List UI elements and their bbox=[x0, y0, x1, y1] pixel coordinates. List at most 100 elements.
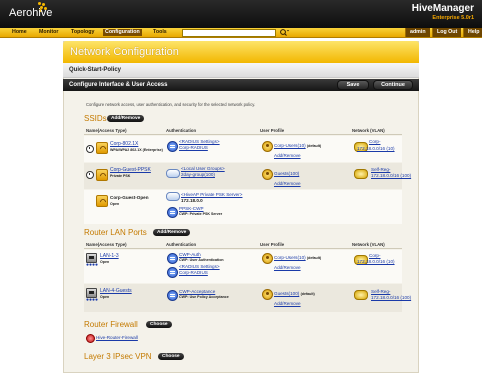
local-user-groups-link[interactable]: <Local User Groups> bbox=[181, 166, 225, 171]
menu-topology[interactable]: Topology bbox=[69, 29, 96, 36]
col-profile: User Profile bbox=[260, 242, 285, 247]
product-edition: Enterprise 5.0r1 bbox=[432, 15, 474, 21]
profile-add-remove-link[interactable]: Add/Remove bbox=[274, 265, 301, 270]
menu-logout[interactable]: Log Out bbox=[432, 28, 462, 37]
menu-tools[interactable]: Tools bbox=[151, 29, 169, 36]
cwp-icon bbox=[167, 207, 178, 218]
radius-settings-link[interactable]: <RADIUS Settings> bbox=[179, 139, 220, 144]
user-profile-link[interactable]: Corp-Users(10) bbox=[274, 143, 306, 148]
firewall-choose-button[interactable]: Choose bbox=[146, 321, 172, 328]
ssid-access-type: WPA/WPA2 802.1X (Enterprise) bbox=[110, 148, 163, 152]
vlan-name-link[interactable]: Self-Reg- bbox=[371, 289, 390, 294]
menu-monitor[interactable]: Monitor bbox=[37, 29, 60, 36]
user-profile-icon bbox=[262, 253, 273, 264]
cwp-link[interactable]: CWP-Acceptance bbox=[179, 289, 215, 294]
table-row: Corp-Guest-PPSK Private PSK <Local User … bbox=[84, 163, 411, 189]
menu-admin[interactable]: admin bbox=[405, 28, 430, 37]
lan-access-type: Open bbox=[100, 295, 110, 299]
default-label: (default) bbox=[306, 144, 322, 148]
policy-name: Quick-Start-Policy bbox=[69, 67, 122, 73]
user-profile: Corp-Users(10) (default) bbox=[274, 143, 321, 148]
user-profile-link[interactable]: Guests(100) bbox=[274, 291, 299, 296]
router-lan-title: Router LAN Ports bbox=[84, 228, 147, 237]
vlan-subnet-link[interactable]: 172.18.0.0/16 (10) bbox=[357, 259, 395, 264]
main-menu: Home Monitor Topology Configuration Tool… bbox=[0, 28, 482, 38]
save-button[interactable]: Save bbox=[337, 80, 369, 90]
cwp-link[interactable]: CWP-Auth bbox=[179, 252, 201, 257]
radius-server-link[interactable]: Corp-RADIUS bbox=[179, 145, 208, 150]
lan-name-link[interactable]: LAN-4-Guests bbox=[100, 288, 132, 294]
divider bbox=[84, 134, 402, 135]
user-profile-link[interactable]: Guests(100) bbox=[274, 171, 299, 176]
user-profile-icon bbox=[262, 169, 273, 180]
description: Configure network access, user authentic… bbox=[86, 102, 256, 107]
ssids-add-remove-button[interactable]: Add/Remove bbox=[107, 115, 145, 122]
user-profile-icon bbox=[262, 141, 273, 152]
vlan-name-link[interactable]: Corp- bbox=[369, 253, 381, 258]
col-vlan: Network (VLAN) bbox=[352, 242, 385, 247]
wifi-icon bbox=[96, 142, 108, 154]
divider bbox=[84, 248, 402, 249]
default-label: (default) bbox=[306, 256, 322, 260]
server-address: 172.18.0.0 bbox=[181, 198, 203, 203]
lan-name-link[interactable]: LAN-1-3 bbox=[100, 253, 119, 259]
authentication-icon bbox=[167, 267, 178, 278]
ssid-name-link[interactable]: Corp-Guest-PPSK bbox=[110, 167, 151, 173]
ssid-access-type: Open bbox=[110, 202, 120, 206]
port-indicator-icon: ●●●● bbox=[86, 262, 99, 268]
product-name: HiveManager Enterprise 5.0r1 bbox=[412, 3, 474, 21]
user-profile-icon bbox=[262, 289, 273, 300]
default-label: (default) bbox=[300, 292, 315, 296]
router-firewall-title: Router Firewall bbox=[84, 320, 138, 329]
profile-add-remove-link[interactable]: Add/Remove bbox=[274, 153, 301, 158]
vlan-subnet-link[interactable]: 172.18.0.0/16 (100) bbox=[371, 173, 411, 178]
lan-add-remove-button[interactable]: Add/Remove bbox=[153, 229, 191, 236]
vlan-name-link[interactable]: Corp- bbox=[369, 139, 381, 144]
vlan-icon bbox=[354, 290, 368, 300]
ssid-access-type: Private PSK bbox=[110, 174, 131, 178]
menu-help[interactable]: Help bbox=[463, 28, 482, 37]
col-profile: User Profile bbox=[260, 128, 285, 133]
ssid-name-link[interactable]: Corp-802.1X bbox=[110, 141, 138, 147]
cwp-description: CWP: Private PSK Server bbox=[179, 212, 223, 216]
table-row: ●●●● LAN-4-Guests Open CWP-Acceptance CW… bbox=[84, 284, 411, 312]
clock-icon[interactable] bbox=[86, 145, 94, 153]
profile-add-remove-link[interactable]: Add/Remove bbox=[274, 181, 301, 186]
user-group-icon bbox=[166, 169, 180, 178]
firewall-policy-link[interactable]: Hive-Router-Firewall bbox=[96, 335, 138, 340]
private-psk-server-link[interactable]: <HiveAP Private PSK Server> bbox=[181, 192, 242, 197]
radius-server-link[interactable]: Corp-RADIUS bbox=[179, 270, 208, 275]
continue-button[interactable]: Continue bbox=[373, 80, 413, 90]
table-row: Corp-802.1X WPA/WPA2 802.1X (Enterprise)… bbox=[84, 136, 402, 162]
vlan-name-link[interactable]: Self-Reg- bbox=[371, 167, 390, 172]
vlan-subnet-link[interactable]: 172.18.0.0/16 (10) bbox=[357, 146, 395, 151]
cwp-description: CWP: User Authentication bbox=[179, 258, 224, 262]
menu-configuration[interactable]: Configuration bbox=[103, 29, 142, 36]
cwp-icon bbox=[167, 290, 178, 301]
top-bar: Aerohive HiveManager Enterprise 5.0r1 bbox=[0, 0, 482, 28]
panel-header: Network Configuration bbox=[63, 41, 419, 63]
page-title: Network Configuration bbox=[70, 46, 179, 58]
ipsec-vpn-title: Layer 3 IPsec VPN bbox=[84, 352, 152, 361]
cwp-icon bbox=[167, 253, 178, 264]
radius-settings-link[interactable]: <RADIUS Settings> bbox=[179, 264, 220, 269]
user-profile: Corp-Users(10) (default) bbox=[274, 255, 321, 260]
search-icon[interactable] bbox=[279, 28, 289, 37]
ipsec-choose-button[interactable]: Choose bbox=[158, 353, 184, 360]
search-input[interactable] bbox=[182, 29, 276, 37]
col-auth: Authentication bbox=[166, 128, 197, 133]
user-profile-link[interactable]: Corp-Users(10) bbox=[274, 255, 306, 260]
wifi-icon bbox=[96, 169, 108, 181]
table-row: Corp-Guest-Open Open <HiveAP Private PSK… bbox=[84, 190, 402, 224]
clock-icon[interactable] bbox=[86, 171, 94, 179]
user-group-link[interactable]: 2day-group(100) bbox=[181, 172, 215, 177]
cwp-link[interactable]: PPSK-CWP bbox=[179, 206, 204, 211]
menu-home[interactable]: Home bbox=[10, 29, 29, 36]
firewall-icon bbox=[86, 334, 95, 343]
server-icon bbox=[166, 192, 180, 201]
profile-add-remove-link[interactable]: Add/Remove bbox=[274, 301, 301, 306]
col-name: Name(Access Type) bbox=[86, 128, 127, 133]
col-name: Name(Access Type) bbox=[86, 242, 127, 247]
vlan-icon bbox=[354, 169, 368, 179]
vlan-subnet-link[interactable]: 172.18.0.0/16 (100) bbox=[371, 295, 411, 300]
